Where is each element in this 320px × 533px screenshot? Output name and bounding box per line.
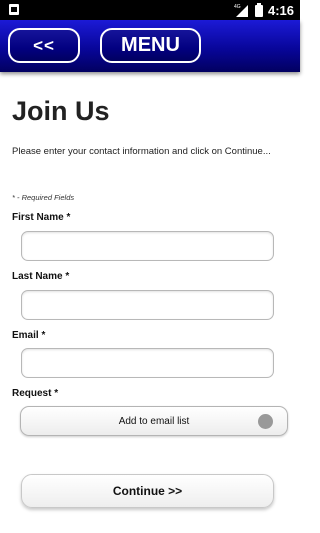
required-fields-note: * - Required Fields [12, 193, 75, 202]
first-name-label: First Name * [12, 212, 71, 223]
back-button[interactable]: << [8, 28, 80, 63]
email-label: Email * [12, 330, 46, 341]
app-header: << MENU [0, 20, 300, 72]
intro-text: Please enter your contact information an… [12, 146, 271, 157]
last-name-field[interactable] [21, 290, 274, 320]
email-field[interactable] [21, 348, 274, 378]
request-label: Request * [12, 388, 59, 399]
status-time: 4:16 [267, 3, 294, 18]
toggle-knob-icon [258, 414, 273, 429]
first-name-field[interactable] [21, 231, 274, 261]
page-title: Join Us [12, 96, 110, 126]
status-bar: 4G 4:16 [0, 0, 300, 20]
menu-button[interactable]: MENU [100, 28, 201, 63]
last-name-label: Last Name * [12, 271, 70, 282]
continue-button[interactable]: Continue >> [21, 474, 274, 508]
toggle-label: Add to email list [118, 416, 190, 427]
add-to-email-list-toggle[interactable]: Add to email list [20, 406, 288, 436]
notification-icon [8, 3, 20, 21]
svg-text:4G: 4G [234, 4, 241, 10]
